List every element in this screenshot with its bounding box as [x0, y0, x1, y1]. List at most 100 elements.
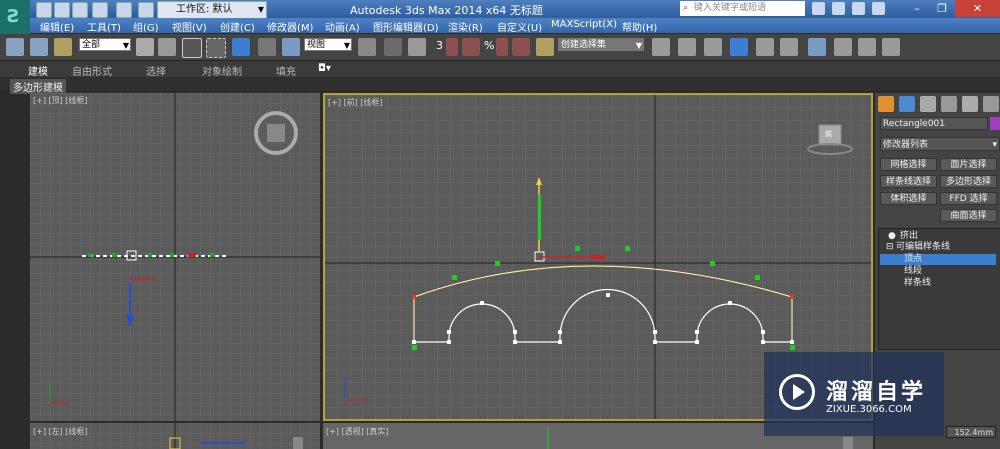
minimize-button[interactable]: –: [905, 0, 929, 17]
help-icon[interactable]: [872, 2, 885, 15]
close-button[interactable]: ✕: [955, 0, 1000, 17]
display-tab-icon[interactable]: [962, 96, 978, 112]
project-folder-icon[interactable]: [138, 2, 154, 18]
edit-named-selection-icon[interactable]: [536, 38, 554, 56]
app-menu-button[interactable]: Ƨ: [0, 0, 30, 34]
menu-group[interactable]: 组(G): [133, 19, 159, 34]
subscription-icon[interactable]: [832, 2, 845, 15]
menu-customize[interactable]: 自定义(U): [497, 19, 542, 34]
menu-help[interactable]: 帮助(H): [622, 19, 657, 34]
motion-tab-icon[interactable]: [941, 96, 957, 112]
stack-item-vertex[interactable]: 顶点: [880, 254, 996, 265]
tab-modeling[interactable]: 建模: [28, 63, 48, 78]
viewport-perspective-label[interactable]: [+] [透视] [真实]: [326, 426, 389, 437]
toggle-ribbon-icon[interactable]: [730, 38, 748, 56]
menu-graph-editors[interactable]: 图形编辑器(D): [373, 19, 439, 34]
undo-icon[interactable]: [92, 2, 108, 18]
render-teapot-icon[interactable]: [882, 38, 900, 56]
viewport-left-label[interactable]: [+] [左] [线框]: [33, 426, 88, 437]
watermark-title: 溜溜自学: [826, 380, 927, 405]
mesh-select-button[interactable]: 网格选择: [880, 158, 937, 171]
select-by-name-icon[interactable]: [158, 38, 176, 56]
create-tab-icon[interactable]: [878, 96, 894, 112]
redo-icon[interactable]: [116, 2, 132, 18]
unlink-icon[interactable]: [30, 38, 48, 56]
modifier-list-select[interactable]: 修改器列表 ▾: [880, 137, 1000, 151]
select-object-icon[interactable]: [136, 38, 154, 56]
patch-select-button[interactable]: 面片选择: [940, 158, 997, 171]
scale-icon[interactable]: [282, 38, 300, 56]
viewport-left[interactable]: [+] [左] [线框]: [30, 423, 320, 449]
tab-freeform[interactable]: 自由形式: [72, 63, 112, 78]
menu-rendering[interactable]: 渲染(R): [448, 19, 483, 34]
hierarchy-tab-icon[interactable]: [920, 96, 936, 112]
menu-tools[interactable]: 工具(T): [87, 19, 121, 34]
rendered-frame-window-icon[interactable]: [858, 38, 876, 56]
utilities-tab-icon[interactable]: [983, 96, 999, 112]
snap-toggle[interactable]: 3: [436, 39, 443, 52]
spline-select-button[interactable]: 样条线选择: [880, 175, 937, 188]
reference-coord-select[interactable]: 视图 ▼: [304, 38, 352, 51]
new-file-icon[interactable]: [36, 2, 52, 18]
spinner-snap-icon[interactable]: [512, 38, 530, 56]
select-manipulate-icon[interactable]: [384, 38, 402, 56]
value-spinner[interactable]: 152.4mm: [946, 426, 996, 438]
keyboard-shortcut-icon[interactable]: [408, 38, 426, 56]
tab-populate[interactable]: 填充: [276, 63, 296, 78]
volume-select-button[interactable]: 体积选择: [880, 192, 937, 205]
snap-magnet-icon[interactable]: [446, 38, 458, 56]
ffd-select-button[interactable]: FFD 选择: [940, 192, 997, 205]
search-input[interactable]: ⌕ 键入关键字或短语: [680, 1, 805, 16]
link-icon[interactable]: [6, 38, 24, 56]
rotate-icon[interactable]: [258, 38, 276, 56]
stack-item-segment[interactable]: 线段: [880, 266, 1000, 277]
stack-item-spline[interactable]: 样条线: [880, 278, 1000, 289]
percent-snap-toggle[interactable]: %: [484, 39, 494, 52]
surface-select-button[interactable]: 曲面选择: [940, 209, 997, 222]
tab-object-paint[interactable]: 对象绘制: [202, 63, 242, 78]
layer-manager-icon[interactable]: [704, 38, 722, 56]
menu-maxscript[interactable]: MAXScript(X): [551, 19, 617, 30]
chevron-down-icon: ▼: [343, 41, 350, 50]
poly-select-button[interactable]: 多边形选择: [940, 175, 997, 188]
chevron-down-icon: ▾: [992, 140, 997, 150]
menu-edit[interactable]: 编辑(E): [40, 19, 74, 34]
angle-snap-icon[interactable]: [462, 38, 480, 56]
workspace-dropdown[interactable]: 工作区: 默认 ▼: [157, 1, 267, 19]
tab-polygon-modeling[interactable]: 多边形建模: [10, 79, 66, 94]
move-icon[interactable]: [232, 38, 250, 56]
named-selection-select[interactable]: 创建选择集 ▼: [558, 38, 644, 51]
window-crossing-icon[interactable]: [206, 38, 226, 58]
stack-item-extrude[interactable]: ● 挤出: [880, 231, 1000, 242]
binoculars-icon[interactable]: [812, 2, 825, 15]
pivot-center-icon[interactable]: [358, 38, 376, 56]
maximize-button[interactable]: ❐: [930, 0, 954, 17]
schematic-view-icon[interactable]: [780, 38, 798, 56]
viewport-top[interactable]: [+] [顶] [线框]: [30, 93, 320, 421]
percent-snap-icon[interactable]: [496, 38, 508, 56]
open-file-icon[interactable]: [54, 2, 70, 18]
object-color-swatch[interactable]: [990, 117, 1000, 130]
object-name-field[interactable]: Rectangle001: [880, 117, 988, 130]
menu-views[interactable]: 视图(V): [172, 19, 207, 34]
save-file-icon[interactable]: [72, 2, 88, 18]
modify-tab-icon[interactable]: [899, 96, 915, 112]
align-icon[interactable]: [678, 38, 696, 56]
curve-editor-icon[interactable]: [756, 38, 774, 56]
menu-animation[interactable]: 动画(A): [325, 19, 360, 34]
tab-selection[interactable]: 选择: [146, 63, 166, 78]
ribbon-options-icon[interactable]: ◘▾: [318, 63, 331, 74]
stack-item-editable-spline[interactable]: ⊟ 可编辑样条线: [880, 242, 1000, 253]
viewport-front-label[interactable]: [+] [前] [线框]: [328, 97, 383, 108]
viewport-top-label[interactable]: [+] [顶] [线框]: [33, 95, 88, 106]
menu-create[interactable]: 创建(C): [220, 19, 255, 34]
star-icon[interactable]: [852, 2, 865, 15]
mirror-icon[interactable]: [652, 38, 670, 56]
menu-modifiers[interactable]: 修改器(M): [267, 19, 313, 34]
material-editor-icon[interactable]: [808, 38, 826, 56]
bind-spacewarp-icon[interactable]: [54, 38, 72, 56]
rect-region-icon[interactable]: [182, 38, 202, 58]
render-setup-icon[interactable]: [834, 38, 852, 56]
selection-filter-select[interactable]: 全部 ▼: [79, 38, 131, 51]
viewcube-face-label[interactable]: 前: [825, 129, 832, 139]
